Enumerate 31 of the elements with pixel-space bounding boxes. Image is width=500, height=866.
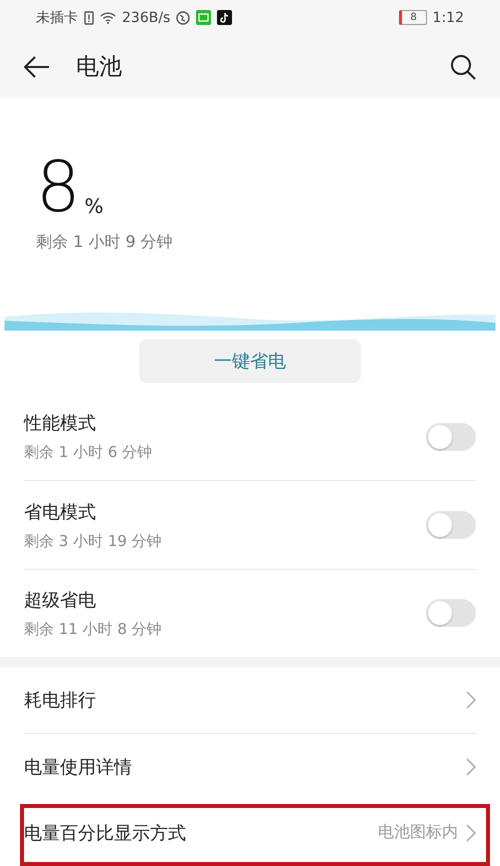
page-title: 电池 <box>76 53 123 82</box>
chevron-right-icon <box>466 758 476 776</box>
battery-percent: 8 <box>36 156 81 218</box>
mode-remaining: 剩余 3 小时 19 分钟 <box>24 532 163 551</box>
app-icon <box>196 10 212 26</box>
music-note-icon <box>217 10 232 26</box>
carrier-text: 未插卡 <box>36 8 78 27</box>
mode-toggle[interactable] <box>426 422 476 451</box>
mode-toggle[interactable] <box>426 599 476 628</box>
mode-remaining: 剩余 1 小时 6 分钟 <box>24 443 154 462</box>
settings-link[interactable]: 电量百分比显示方式 <box>24 820 378 845</box>
remaining-time: 剩余 1 小时 9 分钟 <box>36 232 174 254</box>
chevron-right-icon <box>466 824 476 842</box>
back-arrow-icon[interactable] <box>24 56 50 78</box>
wifi-icon <box>100 11 116 24</box>
mode-title: 省电模式 <box>24 500 97 524</box>
setting-value: 电池图标内 <box>378 822 458 844</box>
mode-title: 性能模式 <box>24 412 97 436</box>
mode-title: 超级省电 <box>24 588 97 612</box>
settings-link[interactable]: 耗电排行 <box>24 688 466 712</box>
battery-icon: 8 <box>398 10 427 26</box>
power-save-button[interactable]: 一键省电 <box>139 338 361 383</box>
mode-remaining: 剩余 11 小时 8 分钟 <box>24 620 163 639</box>
sim-alert-icon <box>84 10 94 25</box>
chevron-right-icon <box>466 690 476 709</box>
settings-link[interactable]: 电量使用详情 <box>24 754 466 779</box>
network-speed: 236B/s <box>122 10 170 26</box>
search-icon[interactable] <box>450 54 476 80</box>
mode-toggle[interactable] <box>426 511 476 540</box>
percent-unit: % <box>84 194 104 218</box>
clock-time: 1:12 <box>432 10 464 26</box>
